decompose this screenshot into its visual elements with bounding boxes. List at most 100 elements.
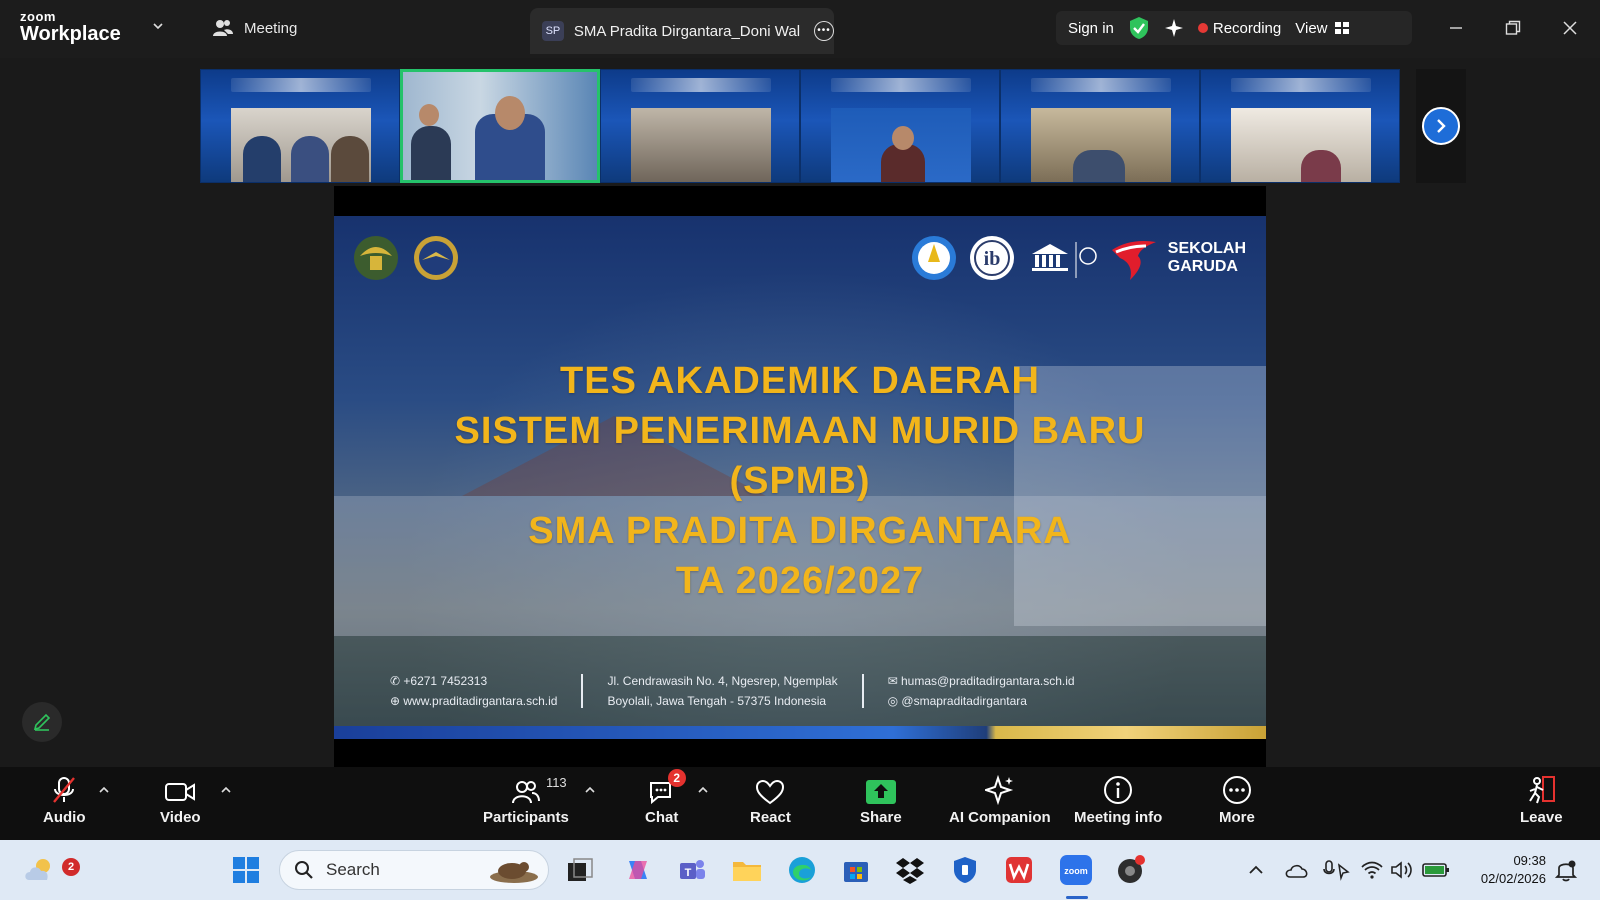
ai-companion-label: AI Companion	[949, 809, 1051, 826]
more-options-icon[interactable]: •••	[814, 21, 834, 41]
zoom-workplace-logo[interactable]: zoom Workplace	[20, 10, 121, 44]
audio-label: Audio	[43, 809, 86, 826]
windows-taskbar: 2 Search T zoom 09:38 02/02/2026	[0, 840, 1600, 900]
recording-label: Recording	[1212, 19, 1282, 37]
more-dots-icon	[1222, 775, 1252, 805]
tray-onedrive[interactable]	[1279, 852, 1315, 888]
chevron-down-icon[interactable]	[152, 20, 164, 32]
more-button[interactable]: More	[1219, 775, 1255, 826]
taskbar-app-bitwarden[interactable]	[947, 852, 983, 888]
tile-scene	[1031, 108, 1171, 182]
taskbar-app-taskview[interactable]	[562, 852, 598, 888]
notification-center[interactable]	[1548, 852, 1584, 888]
tray-volume[interactable]	[1384, 852, 1420, 888]
website-text: www.praditadirgantara.sch.id	[403, 694, 558, 708]
tab-meeting[interactable]: Meeting	[212, 18, 297, 38]
zoom-app-icon: zoom	[1060, 855, 1092, 885]
taskbar-app-store[interactable]	[838, 852, 874, 888]
shield-check-icon[interactable]	[1128, 16, 1150, 40]
close-button[interactable]	[1555, 14, 1585, 42]
tray-battery[interactable]	[1418, 852, 1454, 888]
sign-in-button[interactable]: Sign in	[1068, 20, 1114, 37]
sparkle-icon[interactable]	[1164, 18, 1184, 38]
start-button[interactable]	[228, 852, 264, 888]
globe-icon: ⊕	[390, 694, 404, 708]
thumbnail-next-button[interactable]	[1416, 69, 1466, 183]
show-hidden-icons[interactable]	[1238, 852, 1274, 888]
info-icon	[1103, 775, 1133, 805]
wifi-icon	[1361, 861, 1383, 879]
participants-options-caret-icon[interactable]	[584, 785, 596, 795]
video-camera-icon	[164, 775, 196, 805]
taskbar-app-wps[interactable]	[1001, 852, 1037, 888]
brand-bottom: Workplace	[20, 23, 121, 45]
person-shape	[1301, 150, 1341, 182]
participant-video-tile[interactable]	[800, 69, 1000, 183]
video-label: Video	[160, 809, 201, 826]
weather-widget[interactable]: 2	[22, 852, 80, 888]
taskbar-app-zoom[interactable]: zoom	[1058, 852, 1094, 888]
chat-button[interactable]: 2 Chat	[645, 769, 686, 826]
email-row: ✉ humas@praditadirgantara.sch.id	[888, 671, 1075, 691]
mic-muted-icon	[49, 775, 79, 805]
taskbar-app-obs[interactable]	[1113, 852, 1149, 888]
taskbar-app-copilot[interactable]	[620, 852, 656, 888]
task-view-icon	[568, 858, 593, 881]
leave-button[interactable]: Leave	[1520, 775, 1563, 826]
top-right-controls: Sign in Recording View	[1056, 11, 1412, 45]
audio-options-caret-icon[interactable]	[98, 785, 110, 795]
meeting-title: SMA Pradita Dirgantara_Doni Wal	[573, 22, 801, 40]
taskbar-app-teams[interactable]: T	[674, 852, 710, 888]
participant-video-tile[interactable]	[200, 69, 400, 183]
person-head	[892, 126, 914, 150]
shield-lock-icon	[954, 857, 976, 883]
view-label: View	[1295, 19, 1328, 37]
video-button[interactable]: Video	[160, 775, 201, 826]
shared-screen[interactable]: ib SEKOLAH GARUDA TES AKADEMIK DAERAH SI…	[334, 186, 1266, 768]
social-text: @smapraditadirgantara	[901, 694, 1027, 708]
share-screen-icon	[865, 775, 897, 805]
participant-video-tile-active[interactable]	[400, 69, 600, 183]
taskbar-search[interactable]: Search	[279, 850, 549, 890]
clock[interactable]: 09:38 02/02/2026	[1468, 852, 1546, 888]
participant-video-tile[interactable]	[1000, 69, 1200, 183]
chat-options-caret-icon[interactable]	[697, 785, 709, 795]
tile-banner	[831, 78, 971, 92]
share-button[interactable]: Share	[860, 775, 902, 826]
bell-notification-icon	[1555, 860, 1577, 882]
tray-microphone[interactable]	[1318, 852, 1354, 888]
ai-companion-button[interactable]: AI Companion	[949, 775, 1051, 826]
annotate-button[interactable]	[22, 702, 62, 742]
clock-time: 09:38	[1513, 853, 1546, 868]
social-row: ◎ @smapraditadirgantara	[888, 691, 1075, 711]
people-icon	[213, 20, 233, 36]
taskbar-app-edge[interactable]	[784, 852, 820, 888]
restore-button[interactable]	[1498, 14, 1528, 42]
video-options-caret-icon[interactable]	[220, 785, 232, 795]
participants-button[interactable]: 113 Participants	[483, 775, 569, 826]
minimize-button[interactable]	[1441, 14, 1471, 42]
participant-video-tile[interactable]	[1200, 69, 1400, 183]
tile-banner	[1031, 78, 1171, 92]
meeting-initials-badge: SP	[542, 21, 564, 41]
phone-text: +6271 7452313	[403, 674, 488, 688]
email-text: humas@praditadirgantara.sch.id	[900, 674, 1075, 688]
zoom-active-indicator	[1066, 896, 1088, 899]
view-button[interactable]: View	[1295, 20, 1349, 37]
audio-button[interactable]: Audio	[43, 775, 86, 826]
taskbar-app-dropbox[interactable]	[892, 852, 928, 888]
taskbar-app-explorer[interactable]	[729, 852, 765, 888]
svg-text:ib: ib	[983, 248, 1000, 270]
recording-dot-icon	[1197, 23, 1208, 33]
recording-indicator[interactable]: Recording	[1197, 19, 1282, 37]
unesco-logo-icon	[1031, 242, 1097, 278]
tab-meeting-title[interactable]: SP SMA Pradita Dirgantara_Doni Wal •••	[530, 8, 834, 54]
svg-text:T: T	[685, 867, 692, 879]
react-button[interactable]: React	[750, 775, 791, 826]
search-icon	[295, 861, 313, 879]
participant-video-tile[interactable]	[600, 69, 800, 183]
tile-banner	[631, 78, 771, 92]
cloud-sync-icon	[1285, 864, 1308, 878]
meeting-info-button[interactable]: Meeting info	[1074, 775, 1162, 826]
slide-title-line: SISTEM PENERIMAAN MURID BARU	[454, 410, 1146, 452]
